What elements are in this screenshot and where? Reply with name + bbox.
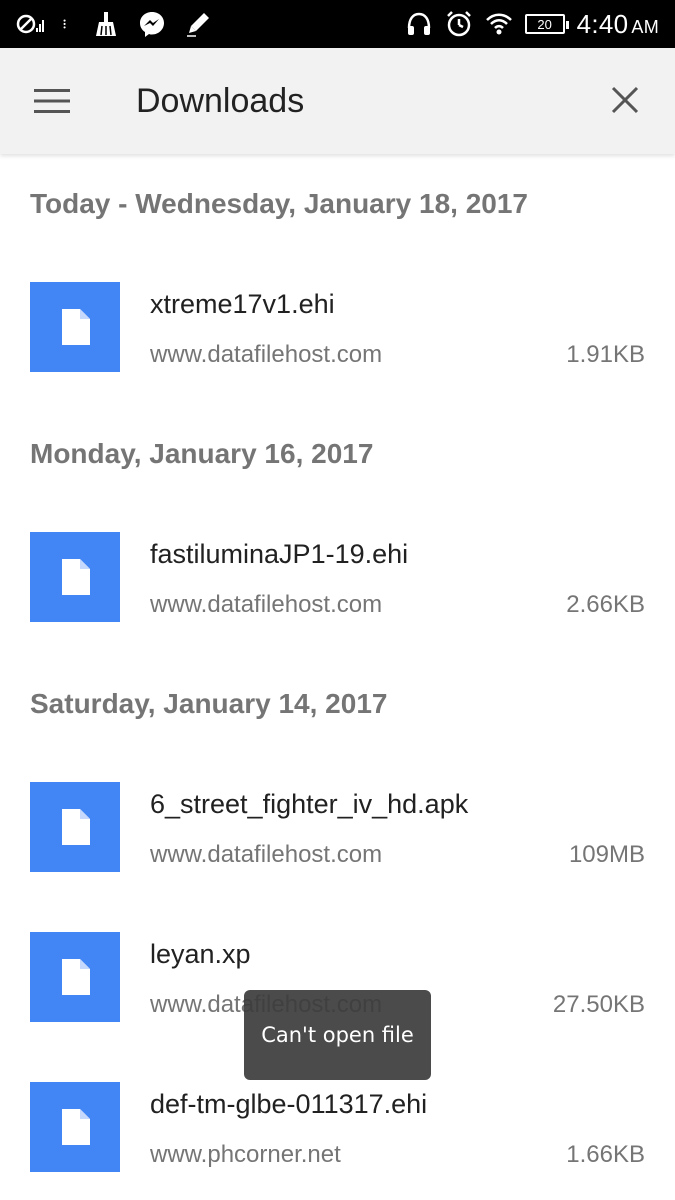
messenger-icon (140, 12, 164, 37)
alarm-icon (446, 11, 471, 37)
download-item[interactable]: def-tm-glbe-011317.ehi www.phcorner.net … (0, 1082, 675, 1182)
download-item[interactable]: xtreme17v1.ehi www.datafilehost.com 1.91… (0, 282, 675, 382)
file-name: xtreme17v1.ehi (150, 289, 335, 319)
menu-button[interactable] (30, 81, 74, 121)
file-thumbnail (30, 532, 120, 622)
file-icon (62, 959, 90, 995)
status-time-ampm: AM (631, 16, 659, 37)
file-source: www.datafilehost.com (150, 591, 383, 618)
file-icon (62, 1109, 90, 1145)
file-source: www.phcorner.net (150, 1141, 341, 1168)
app-bar: Downloads (0, 48, 675, 154)
file-icon (62, 309, 90, 345)
more-icon (63, 19, 66, 29)
file-source: www.datafilehost.com (150, 841, 383, 868)
section-header: Monday, January 16, 2017 (30, 438, 374, 469)
download-item[interactable]: 6_street_fighter_iv_hd.apk www.datafileh… (0, 782, 675, 882)
file-icon (62, 809, 90, 845)
wifi-icon (485, 13, 512, 35)
headset-icon (407, 12, 430, 35)
status-bar-left (16, 0, 212, 48)
section-header: Today - Wednesday, January 18, 2017 (30, 188, 528, 219)
file-name: fastiluminaJP1-19.ehi (150, 539, 409, 569)
file-name: leyan.xp (150, 939, 251, 969)
status-time: 4:40 AM (577, 9, 659, 40)
file-name: def-tm-glbe-011317.ehi (150, 1089, 428, 1119)
close-button[interactable] (603, 78, 647, 122)
section-header: Saturday, January 14, 2017 (30, 688, 388, 719)
file-size: 2.66KB (566, 591, 645, 618)
status-bar: 20 4:40 AM (0, 0, 675, 48)
no-sim-icon (16, 14, 44, 34)
page-title: Downloads (136, 82, 305, 120)
status-time-value: 4:40 (576, 8, 629, 39)
status-bar-right: 20 4:40 AM (405, 0, 659, 48)
hamburger-menu-icon (34, 89, 70, 113)
file-source: www.datafilehost.com (150, 341, 383, 368)
file-name: 6_street_fighter_iv_hd.apk (150, 789, 469, 819)
battery-icon: 20 (524, 14, 569, 34)
battery-level: 20 (537, 16, 552, 32)
file-size: 27.50KB (552, 991, 645, 1018)
file-size: 109MB (568, 841, 645, 868)
file-icon (62, 559, 90, 595)
file-thumbnail (30, 1082, 120, 1172)
download-item[interactable]: fastiluminaJP1-19.ehi www.datafilehost.c… (0, 532, 675, 632)
file-thumbnail (30, 932, 120, 1022)
file-size: 1.91KB (566, 341, 645, 368)
file-size: 1.66KB (566, 1141, 645, 1168)
file-thumbnail (30, 282, 120, 372)
pen-icon (187, 13, 209, 37)
toast-message: Can't open file (244, 990, 431, 1080)
broom-icon (96, 12, 116, 36)
close-icon (611, 86, 639, 114)
file-thumbnail (30, 782, 120, 872)
